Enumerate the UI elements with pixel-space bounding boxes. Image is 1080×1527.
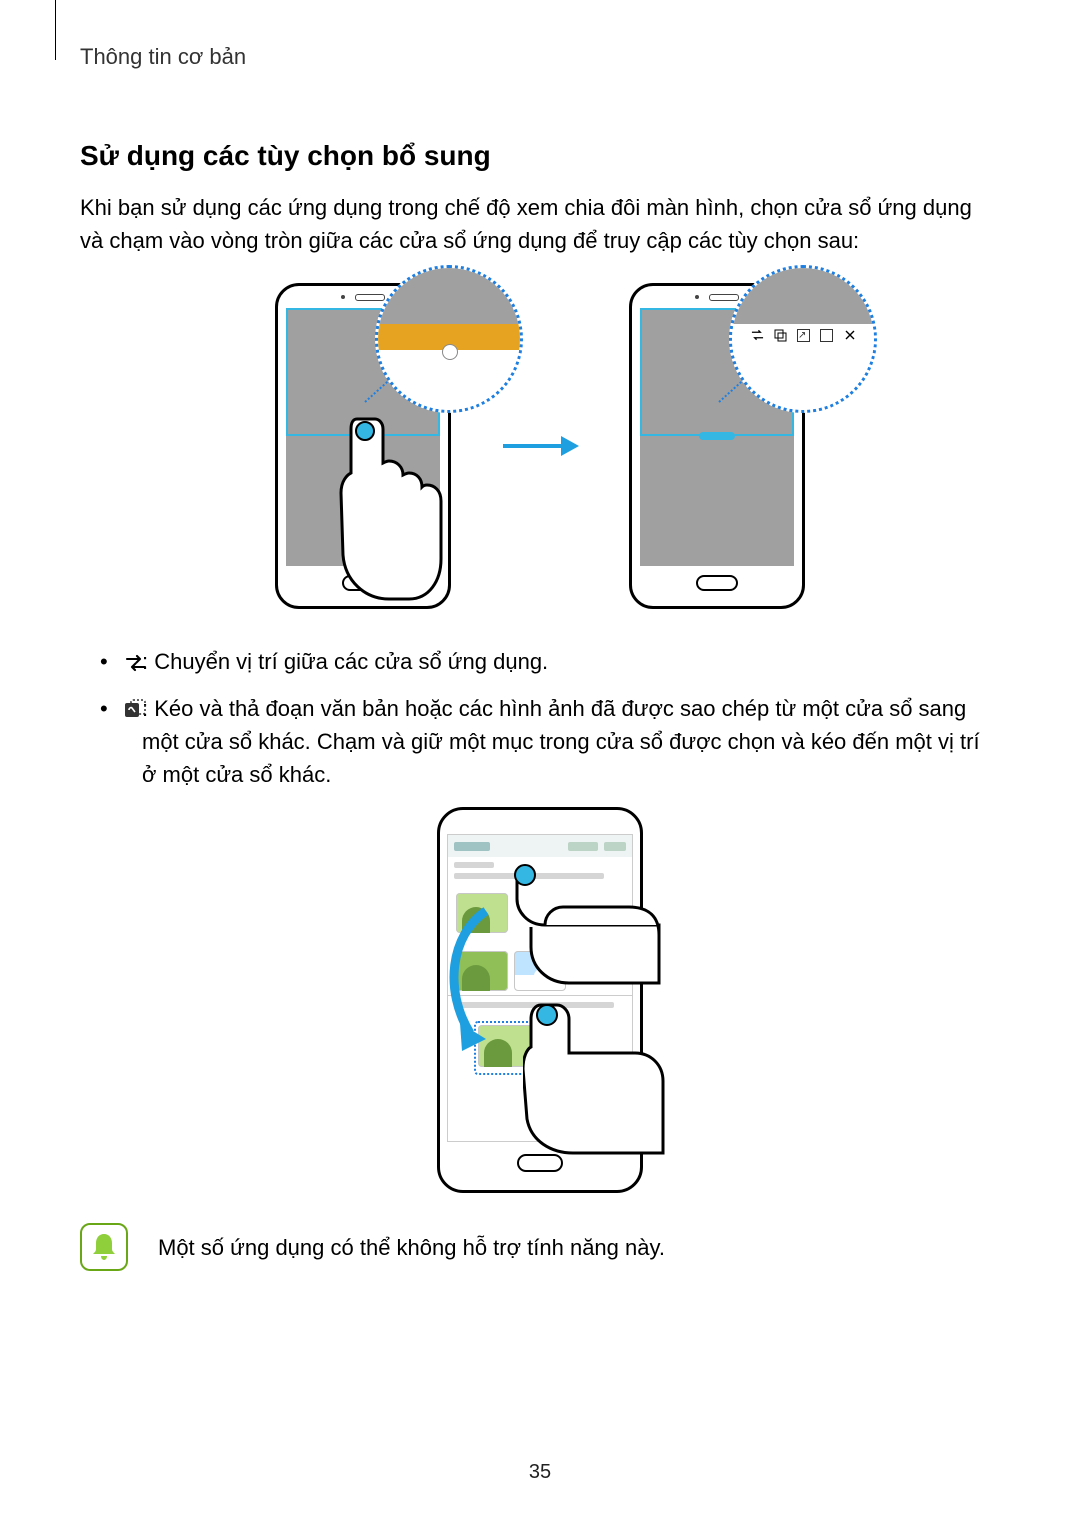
maximize-icon [820,329,833,342]
intro-paragraph: Khi bạn sử dụng các ứng dụng trong chế đ… [80,191,1000,257]
notice-bell-icon [80,1223,128,1271]
arrow-right-icon [501,433,579,459]
phone-mock-left-wrap [275,283,451,609]
drag-content-icon [124,695,148,713]
swap-windows-icon [751,329,764,342]
section-title: Sử dụng các tùy chọn bổ sung [80,135,1000,177]
home-button-icon [696,575,738,591]
close-x-icon [843,329,856,342]
drag-content-icon [774,329,787,342]
list-item-text: : Kéo và thả đoạn văn bản hoặc các hình … [142,696,980,787]
swap-windows-icon [124,648,148,666]
expand-icon [797,329,810,342]
note-box: Một số ứng dụng có thể không hỗ trợ tính… [80,1223,1000,1271]
split-handle-dot-icon [442,344,458,360]
home-button-icon [517,1154,563,1172]
page-number: 35 [0,1457,1080,1487]
split-toolbar-icon [699,432,735,440]
hand-pointer-icon [523,995,683,1155]
magnifier-left [375,265,523,413]
hand-pointer-icon [509,855,669,995]
figure-drag-drop [80,807,1000,1193]
manual-page: Thông tin cơ bản Sử dụng các tùy chọn bổ… [0,0,1080,1527]
magnifier-right [729,265,877,413]
margin-rule [55,0,56,60]
phone-mock-right-wrap [629,283,805,609]
breadcrumb: Thông tin cơ bản [80,40,1000,73]
option-list: : Chuyển vị trí giữa các cửa sổ ứng dụng… [80,645,1000,791]
drag-arrow-icon [447,905,502,1064]
list-item: : Chuyển vị trí giữa các cửa sổ ứng dụng… [80,645,1000,678]
list-item-text: : Chuyển vị trí giữa các cửa sổ ứng dụng… [142,649,548,674]
list-item: : Kéo và thả đoạn văn bản hoặc các hình … [80,692,1000,791]
figure-split-view [80,283,1000,609]
hand-pointer-icon [337,413,447,603]
note-text: Một số ứng dụng có thể không hỗ trợ tính… [158,1223,665,1264]
